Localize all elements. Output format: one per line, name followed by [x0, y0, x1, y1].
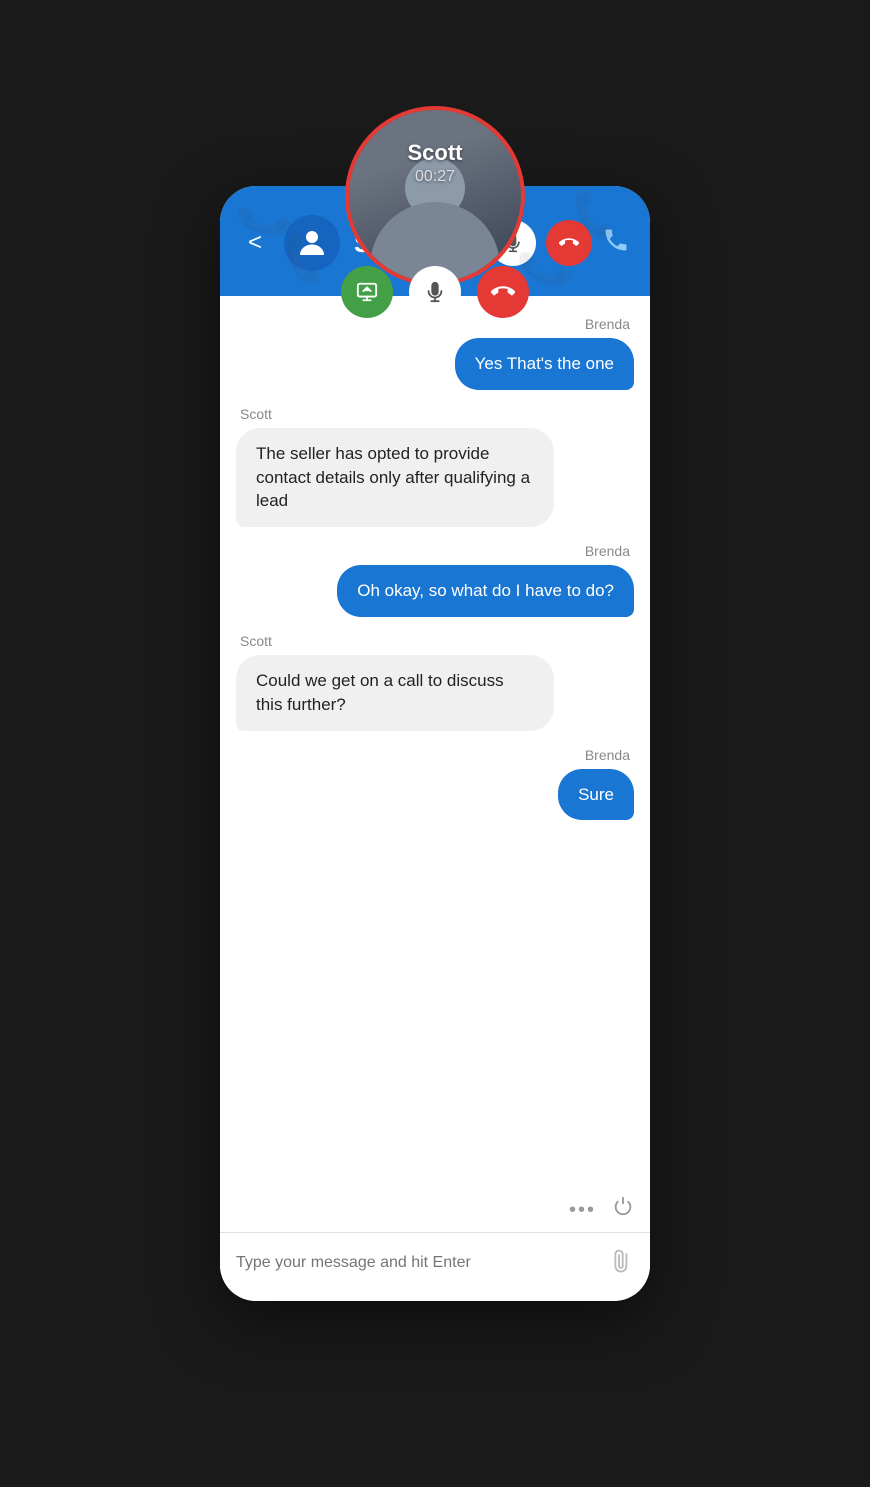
phone-container: Scott 00:27 [220, 186, 650, 1301]
message-group-2: Scott The seller has opted to provide co… [236, 406, 634, 527]
caller-photo [349, 110, 521, 282]
mute-button[interactable] [409, 266, 461, 318]
sender-label-1: Brenda [236, 316, 630, 332]
caller-name: Scott [349, 140, 521, 166]
bubble-2: The seller has opted to provide contact … [236, 428, 554, 527]
attachment-icon[interactable] [605, 1245, 640, 1280]
person-silhouette [349, 110, 521, 282]
call-overlay: Scott 00:27 [341, 106, 529, 318]
power-button[interactable] [612, 1196, 634, 1224]
sender-label-5: Brenda [236, 747, 630, 763]
message-row-3: Oh okay, so what do I have to do? [236, 565, 634, 617]
message-row-4: Could we get on a call to discuss this f… [236, 655, 634, 731]
chat-input-area [220, 1232, 650, 1301]
bubble-4: Could we get on a call to discuss this f… [236, 655, 554, 731]
bubble-5: Sure [558, 769, 634, 821]
message-row-5: Sure [236, 769, 634, 821]
call-actions [341, 266, 529, 318]
message-group-1: Brenda Yes That's the one [236, 316, 634, 390]
bubble-3: Oh okay, so what do I have to do? [337, 565, 634, 617]
message-row-1: Yes That's the one [236, 338, 634, 390]
caller-info-overlay: Scott 00:27 [349, 140, 521, 186]
avatar-icon [294, 225, 330, 261]
message-group-5: Brenda Sure [236, 747, 634, 821]
message-row-2: The seller has opted to provide contact … [236, 428, 634, 527]
header-phone-icon[interactable] [602, 226, 630, 261]
message-group-4: Scott Could we get on a call to discuss … [236, 633, 634, 731]
caller-avatar-ring: Scott 00:27 [345, 106, 525, 286]
screen-share-button[interactable] [341, 266, 393, 318]
message-group-3: Brenda Oh okay, so what do I have to do? [236, 543, 634, 617]
contact-avatar [284, 215, 340, 271]
sender-label-4: Scott [240, 633, 634, 649]
bottom-controls: ••• [220, 1196, 650, 1232]
bubble-1: Yes That's the one [455, 338, 634, 390]
message-input[interactable] [236, 1254, 602, 1272]
more-options-button[interactable]: ••• [569, 1199, 596, 1222]
sender-label-2: Scott [240, 406, 634, 422]
header-end-call-button[interactable] [546, 220, 592, 266]
call-timer: 00:27 [349, 168, 521, 186]
chat-area: Brenda Yes That's the one Scott The sell… [220, 296, 650, 1196]
back-button[interactable]: < [240, 225, 270, 261]
end-call-button[interactable] [477, 266, 529, 318]
sender-label-3: Brenda [236, 543, 630, 559]
